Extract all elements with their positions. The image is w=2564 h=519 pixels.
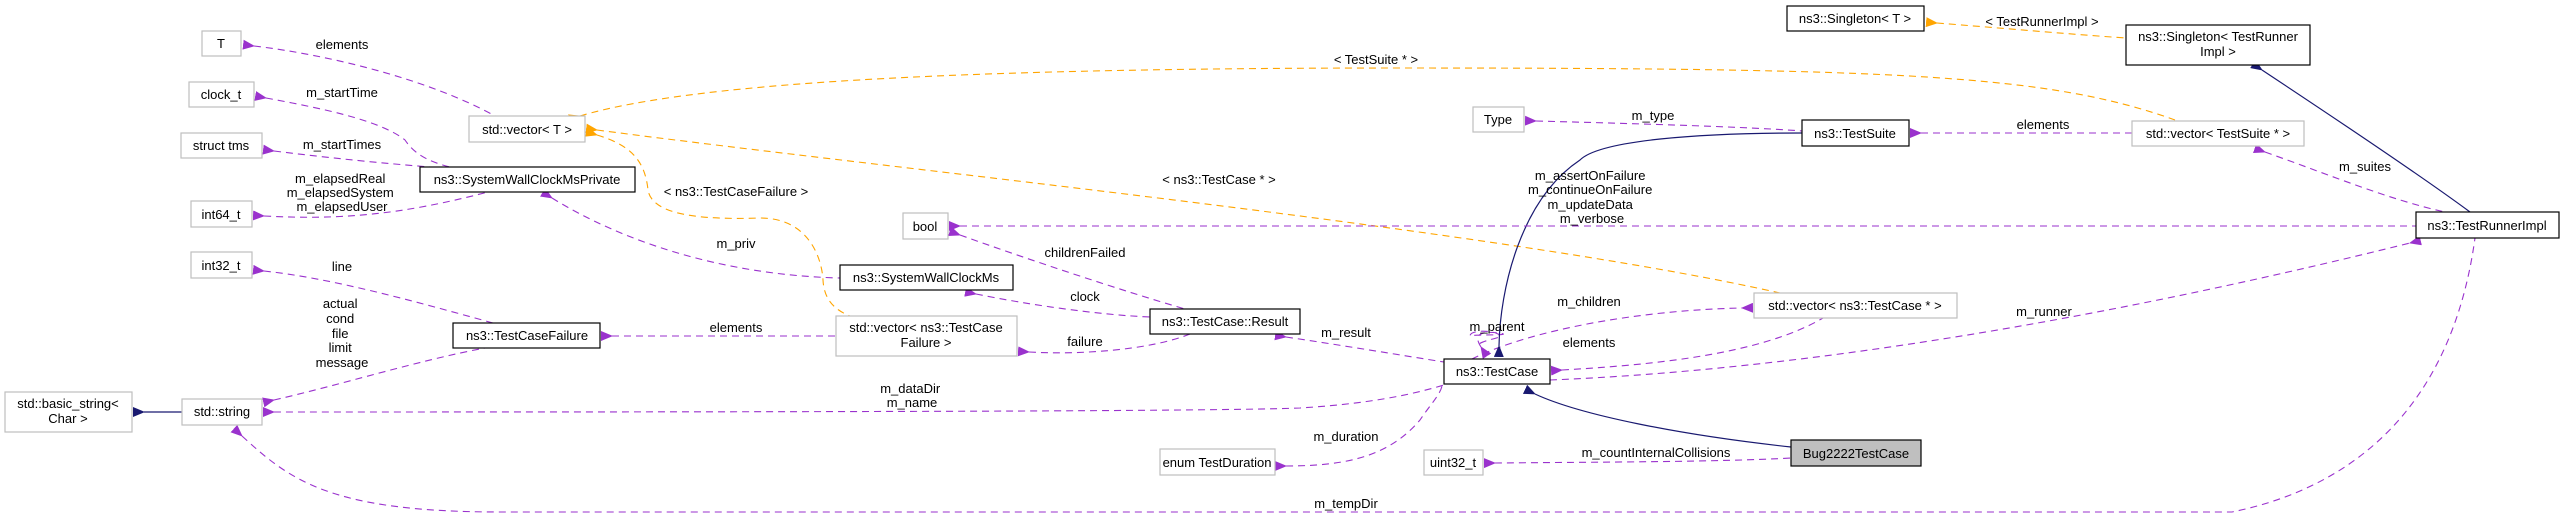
svg-text:int32_t: int32_t	[201, 258, 240, 273]
edge-tcf-strings	[262, 347, 486, 408]
svg-text:enum TestDuration: enum TestDuration	[1163, 455, 1272, 470]
label-m-runner: m_runner	[2016, 304, 2072, 319]
edge-line	[252, 264, 494, 324]
label-line: line	[332, 259, 352, 274]
label-elements-tcf: elements	[710, 320, 763, 335]
node-int64-t[interactable]: int64_t	[190, 200, 253, 228]
svg-text:ns3::TestCase::Result: ns3::TestCase::Result	[1162, 314, 1289, 329]
edge-m-duration	[1274, 385, 1443, 472]
label-elements-tsptr: elements	[2017, 117, 2070, 132]
edge-tmpl-tsptr	[568, 67, 2176, 124]
label-clock: clock	[1070, 289, 1100, 304]
node-type[interactable]: Type	[1472, 106, 1525, 133]
node-system-wall-clock-ms-private[interactable]: ns3::SystemWallClockMsPrivate	[419, 166, 636, 193]
svg-text:ns3::TestCase: ns3::TestCase	[1456, 364, 1538, 379]
svg-text:T: T	[217, 36, 225, 51]
svg-text:uint32_t: uint32_t	[1430, 455, 1477, 470]
edge-m-starttimes	[262, 144, 431, 168]
label-elements-T: elements	[316, 37, 369, 52]
node-clock-t[interactable]: clock_t	[188, 81, 255, 108]
edge-clock	[964, 286, 1151, 318]
label-elapsed: m_elapsedReal m_elapsedSystem m_elapsedU…	[287, 171, 398, 214]
node-t[interactable]: T	[201, 30, 242, 57]
label-elements-tcptr: elements	[1563, 335, 1616, 350]
label-m-suites: m_suites	[2339, 159, 2392, 174]
node-int32-t[interactable]: int32_t	[190, 251, 253, 279]
label-tri-bools: m_assertOnFailure m_continueOnFailure m_…	[1528, 168, 1656, 226]
node-std-string[interactable]: std::string	[181, 398, 263, 426]
label-children-failed: childrenFailed	[1045, 245, 1126, 260]
label-m-count: m_countInternalCollisions	[1582, 445, 1731, 460]
edge-failure	[1017, 333, 1191, 357]
edge-tc-strings	[262, 384, 1445, 418]
edge-inherit-bug2222	[1522, 384, 1792, 448]
node-vector-test-suite-ptr[interactable]: std::vector< TestSuite * >	[2131, 120, 2305, 147]
svg-text:ns3::TestRunnerImpl: ns3::TestRunnerImpl	[2427, 218, 2546, 233]
label-tmpl-tri: < TestRunnerImpl >	[1985, 14, 2098, 29]
nodes: T clock_t struct tms int64_t int32_t std…	[4, 5, 2560, 476]
node-vector-test-case-failure[interactable]: std::vector< ns3::TestCase Failure >	[835, 315, 1018, 357]
edge-m-priv	[540, 187, 841, 279]
node-uint32-t[interactable]: uint32_t	[1423, 449, 1484, 476]
label-tc-strings: m_dataDir m_name	[880, 381, 944, 410]
svg-text:ns3::TestSuite: ns3::TestSuite	[1814, 126, 1896, 141]
edge-m-starttime	[254, 91, 451, 168]
edge-m-runner	[1549, 235, 2422, 381]
edge-elements-to-T	[242, 39, 496, 117]
node-test-suite[interactable]: ns3::TestSuite	[1801, 119, 1910, 147]
svg-text:bool: bool	[913, 219, 938, 234]
svg-text:ns3::SystemWallClockMsPrivate: ns3::SystemWallClockMsPrivate	[434, 172, 621, 187]
node-system-wall-clock-ms[interactable]: ns3::SystemWallClockMs	[839, 264, 1014, 291]
label-m-tempdir: m_tempDir	[1314, 496, 1378, 511]
label-m-parent: m_parent	[1470, 319, 1525, 334]
edge-m-result	[1274, 330, 1445, 363]
svg-text:std::string: std::string	[194, 404, 250, 419]
svg-text:struct tms: struct tms	[193, 138, 250, 153]
svg-text:ns3::Singleton< T >: ns3::Singleton< T >	[1799, 11, 1911, 26]
svg-text:Type: Type	[1484, 112, 1512, 127]
label-m-result: m_result	[1321, 325, 1371, 340]
node-test-case[interactable]: ns3::TestCase	[1443, 358, 1551, 385]
label-m-priv: m_priv	[716, 236, 756, 251]
edge-labels: elements m_startTime m_startTimes m_elap…	[287, 14, 2392, 511]
label-m-type: m_type	[1632, 108, 1675, 123]
svg-text:ns3::SystemWallClockMs: ns3::SystemWallClockMs	[853, 270, 1000, 285]
label-tmpl-tcptr: < ns3::TestCase * >	[1162, 172, 1275, 187]
edge-tmpl-tcf	[585, 127, 851, 317]
svg-text:std::vector< ns3::TestCase * >: std::vector< ns3::TestCase * >	[1768, 298, 1941, 313]
svg-text:Bug2222TestCase: Bug2222TestCase	[1803, 446, 1909, 461]
edges	[133, 17, 2476, 513]
node-basic-string[interactable]: std::basic_string< Char >	[4, 391, 133, 433]
node-struct-tms[interactable]: struct tms	[180, 132, 263, 159]
node-test-runner-impl[interactable]: ns3::TestRunnerImpl	[2415, 211, 2560, 239]
svg-text:std::vector< T >: std::vector< T >	[482, 122, 572, 137]
svg-text:std::vector< TestSuite * >: std::vector< TestSuite * >	[2146, 126, 2290, 141]
edge-m-tempdir	[230, 237, 2476, 513]
node-singleton-t[interactable]: ns3::Singleton< T >	[1786, 5, 1925, 32]
node-bug2222-test-case[interactable]: Bug2222TestCase	[1790, 439, 1922, 467]
label-tmpl-tsptr: < TestSuite * >	[1334, 52, 1418, 67]
node-singleton-test-runner-impl[interactable]: ns3::Singleton< TestRunner Impl >	[2125, 24, 2311, 66]
node-test-case-result[interactable]: ns3::TestCase::Result	[1149, 308, 1301, 335]
svg-text:ns3::TestCaseFailure: ns3::TestCaseFailure	[466, 328, 588, 343]
node-test-case-failure[interactable]: ns3::TestCaseFailure	[452, 322, 601, 349]
label-m-starttime: m_startTime	[306, 85, 378, 100]
label-m-duration: m_duration	[1313, 429, 1378, 444]
label-tcf-strings: actual cond file limit message	[316, 296, 369, 370]
node-vector-test-case-ptr[interactable]: std::vector< ns3::TestCase * >	[1753, 292, 1958, 319]
label-tmpl-tcf: < ns3::TestCaseFailure >	[664, 184, 809, 199]
collaboration-diagram: elements m_startTime m_startTimes m_elap…	[4, 5, 2560, 513]
label-m-children: m_children	[1557, 294, 1621, 309]
node-bool[interactable]: bool	[902, 212, 949, 240]
svg-text:clock_t: clock_t	[201, 87, 242, 102]
node-enum-test-duration[interactable]: enum TestDuration	[1159, 448, 1276, 476]
label-failure: failure	[1067, 334, 1102, 349]
svg-text:int64_t: int64_t	[201, 207, 240, 222]
node-vector-t[interactable]: std::vector< T >	[468, 115, 586, 143]
label-m-starttimes: m_startTimes	[303, 137, 382, 152]
